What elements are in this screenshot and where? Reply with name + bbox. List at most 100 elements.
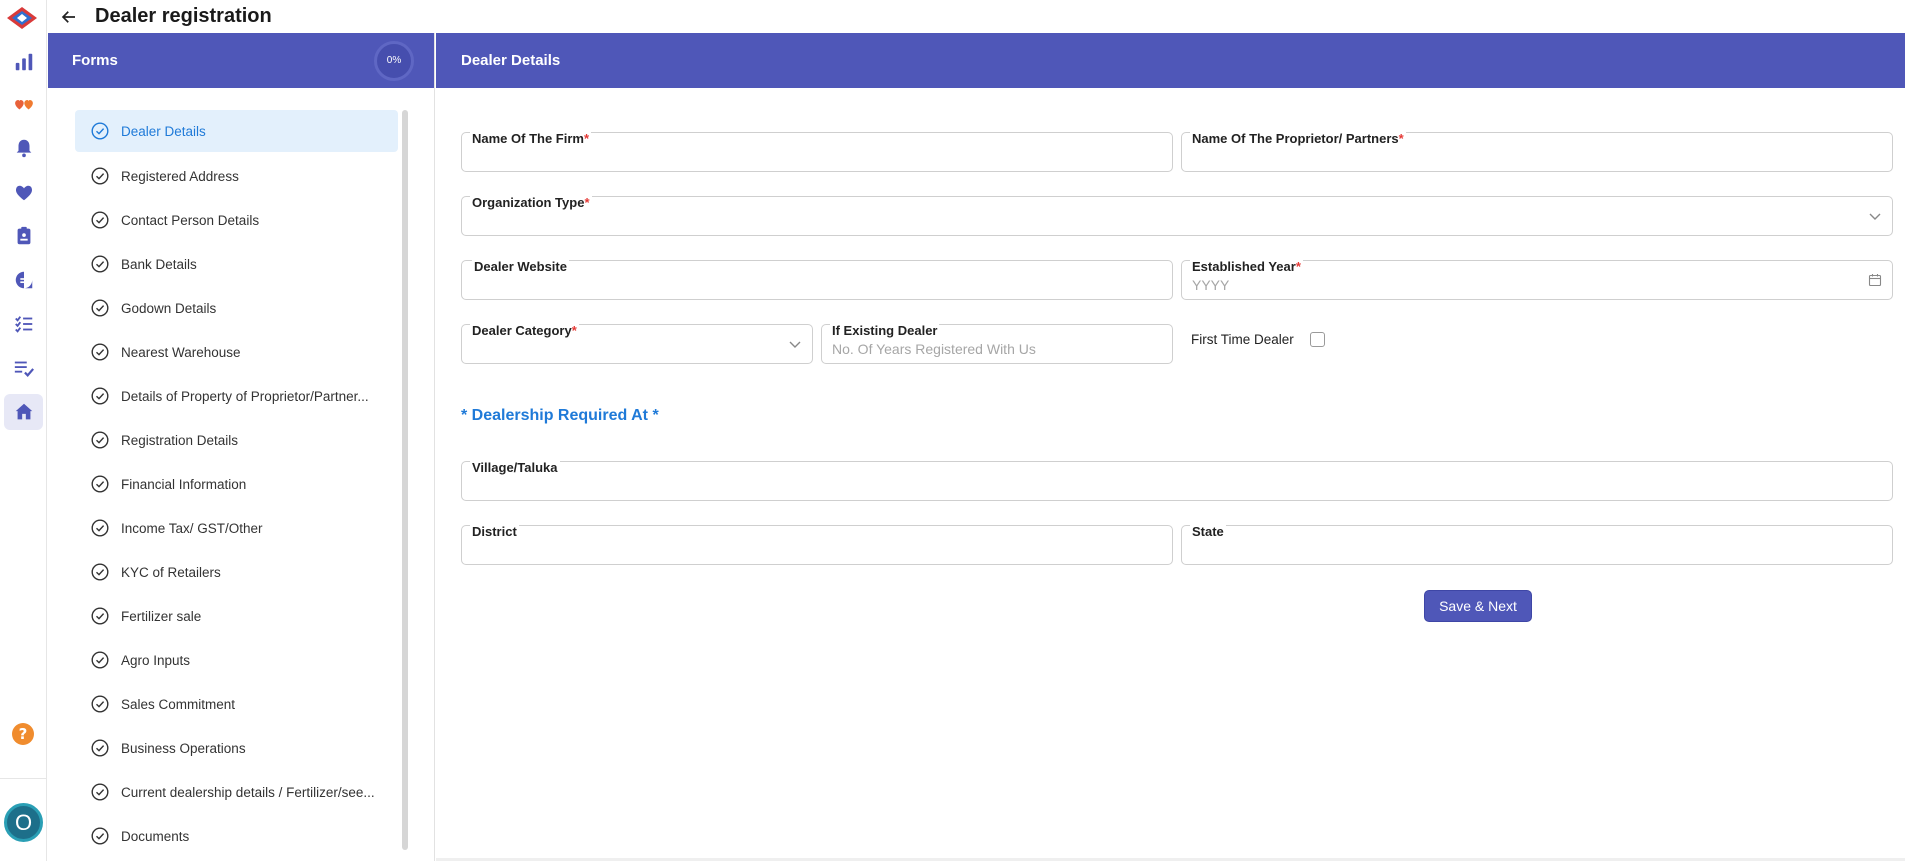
chevron-down-icon[interactable]: [1868, 209, 1882, 223]
form-list-item[interactable]: Income Tax/ GST/Other: [75, 506, 445, 550]
section-header: Dealer Details: [436, 33, 1905, 88]
form-list-item-label: Documents: [121, 828, 190, 844]
form-list-item-label: Nearest Warehouse: [121, 344, 241, 360]
existing-dealer-label: If Existing Dealer: [830, 323, 940, 338]
check-circle-icon: [91, 167, 109, 185]
check-circle-icon: [91, 827, 109, 845]
chat-icon[interactable]: [4, 262, 43, 298]
district-field[interactable]: District: [461, 524, 1173, 565]
form-list-item-label: Details of Property of Proprietor/Partne…: [121, 388, 369, 404]
app-logo-icon[interactable]: [6, 6, 38, 30]
form-list-item[interactable]: Godown Details: [75, 286, 445, 330]
playlist-check-icon[interactable]: [4, 350, 43, 386]
form-list-item[interactable]: Nearest Warehouse: [75, 330, 445, 374]
bell-icon[interactable]: [4, 130, 43, 166]
dealer-website-label: Dealer Website: [472, 259, 569, 274]
check-circle-icon: [91, 783, 109, 801]
form-list-item-label: Income Tax/ GST/Other: [121, 520, 263, 536]
village-taluka-label: Village/Taluka: [470, 460, 560, 475]
state-input[interactable]: [1192, 542, 1862, 558]
form-list-item[interactable]: Contact Person Details: [75, 198, 445, 242]
form-list-item-label: Current dealership details / Fertilizer/…: [121, 784, 375, 800]
check-circle-icon: [91, 519, 109, 537]
established-year-label: Established Year*: [1190, 259, 1303, 274]
form-list-item[interactable]: Dealer Details: [75, 110, 398, 152]
check-circle-icon: [91, 211, 109, 229]
form-list-item[interactable]: KYC of Retailers: [75, 550, 445, 594]
firm-name-field[interactable]: Name Of The Firm*: [461, 131, 1173, 172]
form-list-item[interactable]: Details of Property of Proprietor/Partne…: [75, 374, 445, 418]
form-list-item[interactable]: Documents: [75, 814, 445, 858]
organization-type-select[interactable]: Organization Type*: [461, 195, 1893, 236]
form-list: Dealer Details Registered Address Contact …: [75, 110, 445, 858]
district-input[interactable]: [472, 542, 1142, 558]
progress-indicator: 0%: [374, 40, 414, 81]
chevron-down-icon[interactable]: [788, 337, 802, 351]
village-taluka-input[interactable]: [472, 478, 1862, 494]
avatar[interactable]: O: [4, 803, 43, 842]
form-list-item-label: Fertilizer sale: [121, 608, 202, 624]
check-circle-icon: [91, 387, 109, 405]
forms-panel: Forms 0% Dealer Details Registered Addres…: [48, 33, 435, 861]
proprietor-label: Name Of The Proprietor/ Partners*: [1190, 131, 1406, 146]
check-circle-icon: [91, 651, 109, 669]
checklist-icon[interactable]: [4, 306, 43, 342]
hearts-icon[interactable]: [4, 86, 43, 122]
form-list-item-label: Agro Inputs: [121, 652, 191, 668]
form-list-item-label: KYC of Retailers: [121, 564, 221, 580]
organization-type-label: Organization Type*: [470, 195, 592, 210]
firm-name-input[interactable]: [472, 149, 1142, 165]
svg-text:?: ?: [19, 725, 28, 743]
first-time-dealer-checkbox[interactable]: First Time Dealer: [1191, 332, 1325, 347]
dealer-website-input[interactable]: [472, 277, 1142, 293]
dealer-category-label: Dealer Category*: [470, 323, 579, 338]
heart-icon[interactable]: [4, 174, 43, 210]
existing-dealer-field[interactable]: If Existing Dealer: [821, 323, 1173, 364]
firm-name-label: Name Of The Firm*: [470, 131, 592, 146]
existing-dealer-input[interactable]: [832, 341, 1142, 357]
forms-header: Forms 0%: [48, 33, 434, 88]
state-label: State: [1190, 524, 1226, 539]
form-list-item[interactable]: Business Operations: [75, 726, 445, 770]
bar-chart-icon[interactable]: [4, 44, 43, 80]
proprietor-input[interactable]: [1192, 149, 1862, 165]
form-list-item[interactable]: Bank Details: [75, 242, 445, 286]
form-list-item-label: Dealer Details: [121, 123, 206, 139]
dealer-website-field[interactable]: Dealer Website: [461, 259, 1173, 300]
state-field[interactable]: State: [1181, 524, 1893, 565]
form-list-item-label: Financial Information: [121, 476, 247, 492]
form-list-item-label: Sales Commitment: [121, 696, 236, 712]
form-list-item[interactable]: Financial Information: [75, 462, 445, 506]
check-circle-icon: [91, 607, 109, 625]
nav-rail: ? O: [0, 0, 47, 861]
clipboard-icon[interactable]: [4, 218, 43, 254]
form-list-scrollbar[interactable]: [402, 110, 408, 850]
check-circle-icon: [91, 343, 109, 361]
district-label: District: [470, 524, 519, 539]
home-icon[interactable]: [4, 394, 43, 430]
form-list-item[interactable]: Fertilizer sale: [75, 594, 445, 638]
proprietor-field[interactable]: Name Of The Proprietor/ Partners*: [1181, 131, 1893, 172]
checkbox-box[interactable]: [1309, 332, 1325, 347]
top-bar: Dealer registration: [47, 0, 1905, 33]
check-circle-icon: [91, 563, 109, 581]
save-next-button[interactable]: Save & Next: [1424, 590, 1532, 622]
check-circle-icon: [91, 739, 109, 757]
established-year-input[interactable]: [1192, 277, 1862, 293]
form-list-item[interactable]: Registered Address: [75, 154, 445, 198]
established-year-field[interactable]: Established Year*: [1181, 259, 1893, 300]
form-list-item[interactable]: Current dealership details / Fertilizer/…: [75, 770, 445, 814]
form-list-item-label: Godown Details: [121, 300, 217, 316]
form-list-item[interactable]: Registration Details: [75, 418, 445, 462]
rail-divider: [0, 778, 47, 779]
page-title: Dealer registration: [95, 5, 272, 27]
help-icon[interactable]: ?: [11, 722, 35, 746]
form-list-item[interactable]: Agro Inputs: [75, 638, 445, 682]
organization-type-input[interactable]: [472, 213, 1862, 229]
dealer-category-input[interactable]: [472, 341, 782, 357]
back-arrow-icon[interactable]: [57, 5, 81, 29]
form-list-item[interactable]: Sales Commitment: [75, 682, 445, 726]
village-taluka-field[interactable]: Village/Taluka: [461, 460, 1893, 501]
calendar-icon[interactable]: [1868, 273, 1882, 287]
dealer-category-select[interactable]: Dealer Category*: [461, 323, 813, 364]
